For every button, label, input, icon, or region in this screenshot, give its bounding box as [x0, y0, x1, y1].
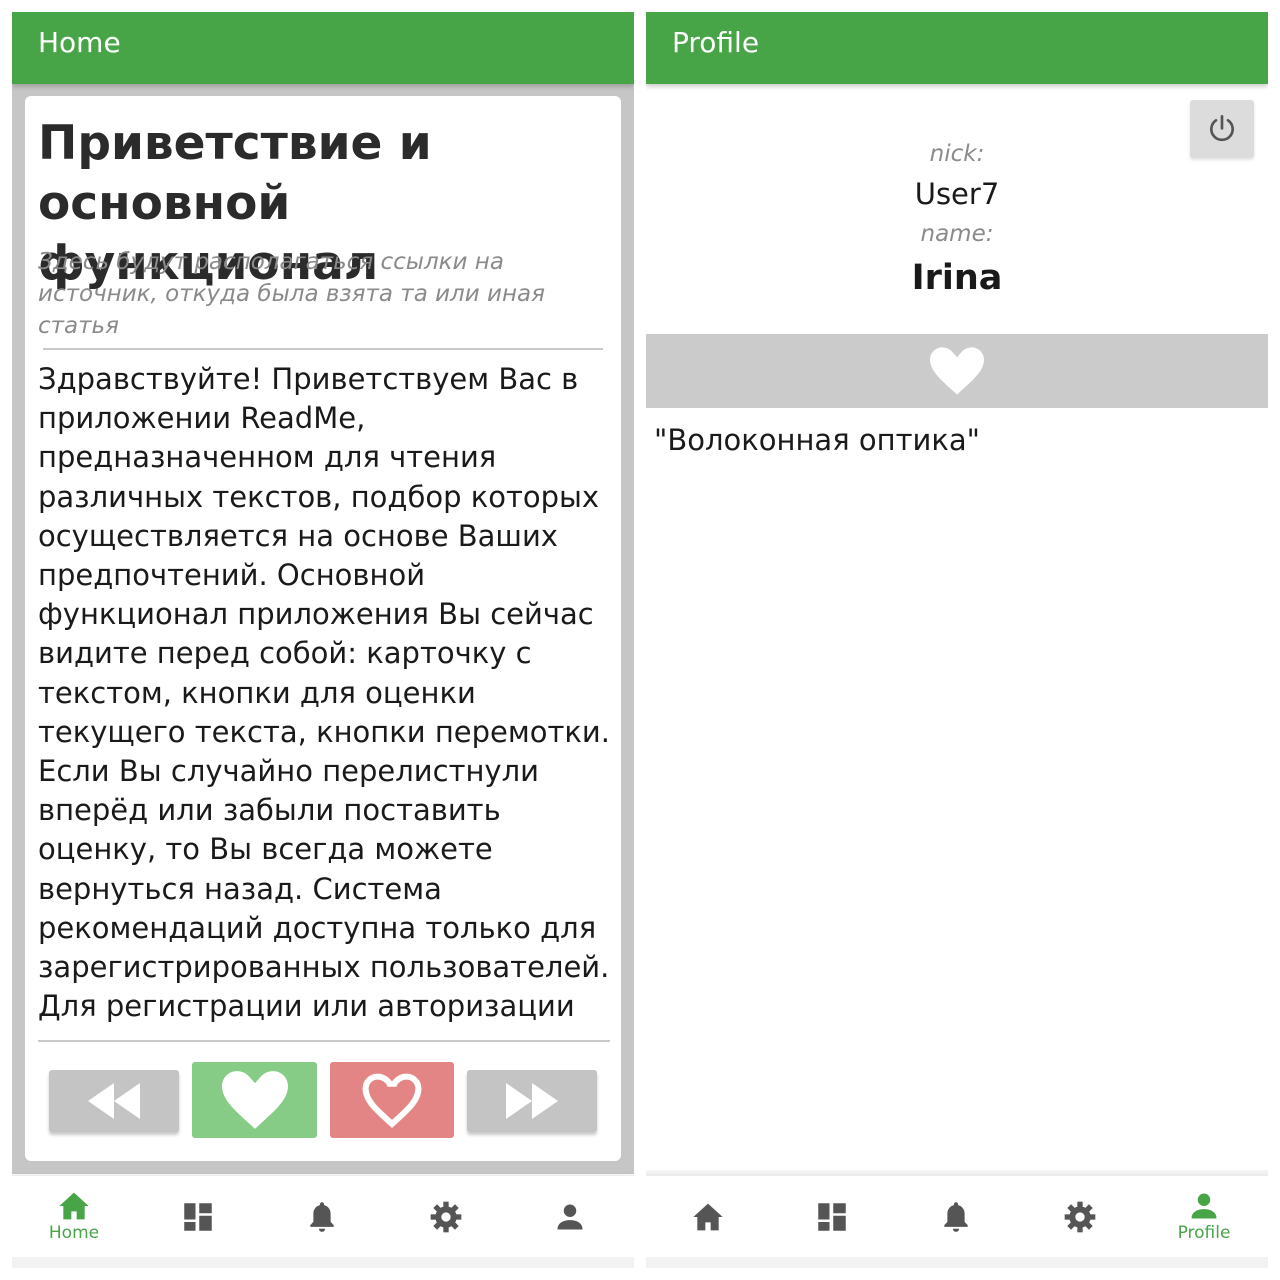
article-source: Здесь будут располагаться ссылки на исто…: [38, 249, 545, 339]
like-button[interactable]: [192, 1062, 317, 1138]
person-icon: [1191, 1193, 1217, 1219]
name-label: name:: [920, 221, 994, 247]
profile-info: nick: User7 name: Irina: [646, 136, 1268, 304]
nav-item-settings[interactable]: [1018, 1176, 1142, 1258]
gear-icon: [1064, 1201, 1096, 1233]
divider: [38, 1040, 610, 1042]
profile-appbar-title: Profile: [646, 12, 1268, 84]
article-body[interactable]: Здравствуйте! Приветствуем Вас в приложе…: [38, 360, 618, 1028]
name-value: Irina: [911, 258, 1003, 298]
nav-item-home[interactable]: Home: [12, 1176, 136, 1258]
favorite-article-item[interactable]: "Волоконная оптика": [654, 420, 980, 460]
heart-filled-icon: [221, 1071, 288, 1129]
gear-icon: [430, 1201, 462, 1233]
bottom-navigation: Profile: [646, 1175, 1268, 1257]
nav-item-dashboard[interactable]: [770, 1176, 894, 1258]
home-icon: [59, 1192, 89, 1220]
fast-rewind-icon: [88, 1083, 140, 1119]
nav-item-home[interactable]: [646, 1176, 770, 1258]
forward-button[interactable]: [467, 1070, 597, 1132]
profile-screen: Profile nick: User7 name: Irina "Волокон…: [646, 12, 1268, 1268]
nav-label-profile: Profile: [1177, 1223, 1231, 1243]
home-appbar-title: Home: [12, 12, 634, 84]
nav-item-notifications[interactable]: [260, 1176, 384, 1258]
dashboard-icon: [818, 1203, 846, 1231]
bell-icon: [944, 1202, 968, 1232]
nav-label-home: Home: [48, 1223, 100, 1243]
nav-item-settings[interactable]: [384, 1176, 508, 1258]
favorites-header: [646, 334, 1268, 408]
person-icon: [557, 1204, 583, 1230]
bottom-navigation: Home: [12, 1175, 634, 1257]
rewind-button[interactable]: [49, 1070, 179, 1132]
home-screen: Home Приветствие и основной функционал З…: [12, 12, 634, 1268]
home-icon: [693, 1203, 723, 1231]
nav-item-notifications[interactable]: [894, 1176, 1018, 1258]
nick-value: User7: [914, 177, 1000, 211]
dashboard-icon: [184, 1203, 212, 1231]
nav-item-profile[interactable]: Profile: [1142, 1176, 1266, 1258]
bell-icon: [310, 1202, 334, 1232]
dislike-button[interactable]: [330, 1062, 454, 1138]
fast-forward-icon: [506, 1083, 558, 1119]
nav-item-profile[interactable]: [508, 1176, 632, 1258]
nav-item-dashboard[interactable]: [136, 1176, 260, 1258]
article-card: Приветствие и основной функционал Здесь …: [25, 96, 621, 1161]
system-bar: [646, 1257, 1268, 1268]
heart-filled-icon: [930, 347, 984, 395]
nick-label: nick:: [929, 141, 985, 167]
divider: [43, 348, 603, 350]
system-bar: [12, 1257, 634, 1268]
heart-outline-icon: [362, 1073, 422, 1128]
